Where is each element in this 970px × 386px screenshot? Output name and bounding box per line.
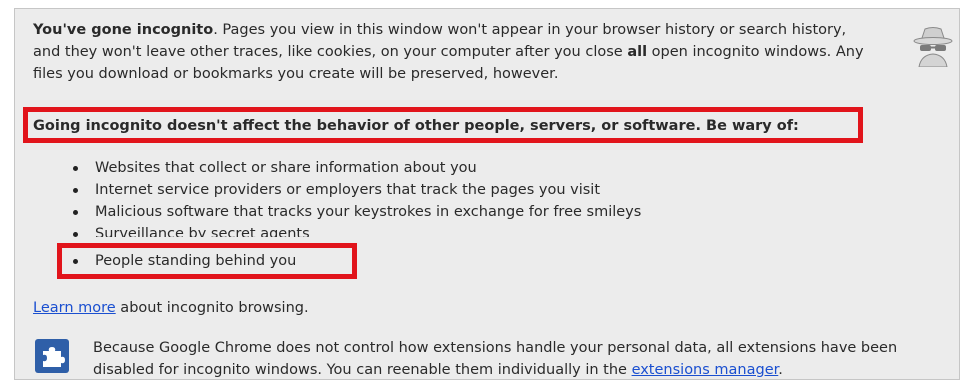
list-item: Internet service providers or employers … [15, 179, 641, 201]
list-item-text: Internet service providers or employers … [95, 182, 601, 198]
list-item-text: People standing behind you [95, 253, 297, 269]
extensions-text-end: . [778, 362, 783, 378]
learn-more-link[interactable]: Learn more [33, 300, 116, 316]
intro-all-word: all [627, 44, 648, 60]
intro-paragraph: You've gone incognito. Pages you view in… [33, 19, 873, 85]
incognito-info-panel: You've gone incognito. Pages you view in… [14, 8, 960, 380]
extensions-manager-link[interactable]: extensions manager [632, 362, 779, 378]
bullet-icon [73, 188, 78, 193]
list-item-text: Malicious software that tracks your keys… [95, 204, 642, 220]
bullet-icon [73, 166, 78, 171]
incognito-spy-icon [913, 27, 953, 67]
puzzle-piece-icon [35, 339, 69, 373]
intro-lead: You've gone incognito [33, 22, 214, 38]
learn-more-line: Learn more about incognito browsing. [33, 297, 309, 319]
learn-more-text: about incognito browsing. [115, 300, 309, 316]
list-item-text: Surveillance by secret agents [95, 226, 310, 237]
bullet-icon [73, 210, 78, 215]
extensions-notice: Because Google Chrome does not control h… [93, 337, 957, 381]
wary-list: Websites that collect or share informati… [15, 157, 641, 237]
bullet-icon [73, 232, 78, 237]
warning-heading: Going incognito doesn't affect the behav… [33, 118, 799, 134]
list-item: Websites that collect or share informati… [15, 157, 641, 179]
list-item: People standing behind you [15, 250, 296, 272]
list-item-text: Websites that collect or share informati… [95, 160, 477, 176]
bullet-icon [73, 259, 78, 264]
list-item: Malicious software that tracks your keys… [15, 201, 641, 223]
wary-list-last: People standing behind you [15, 250, 296, 272]
list-item: Surveillance by secret agents [15, 223, 641, 237]
